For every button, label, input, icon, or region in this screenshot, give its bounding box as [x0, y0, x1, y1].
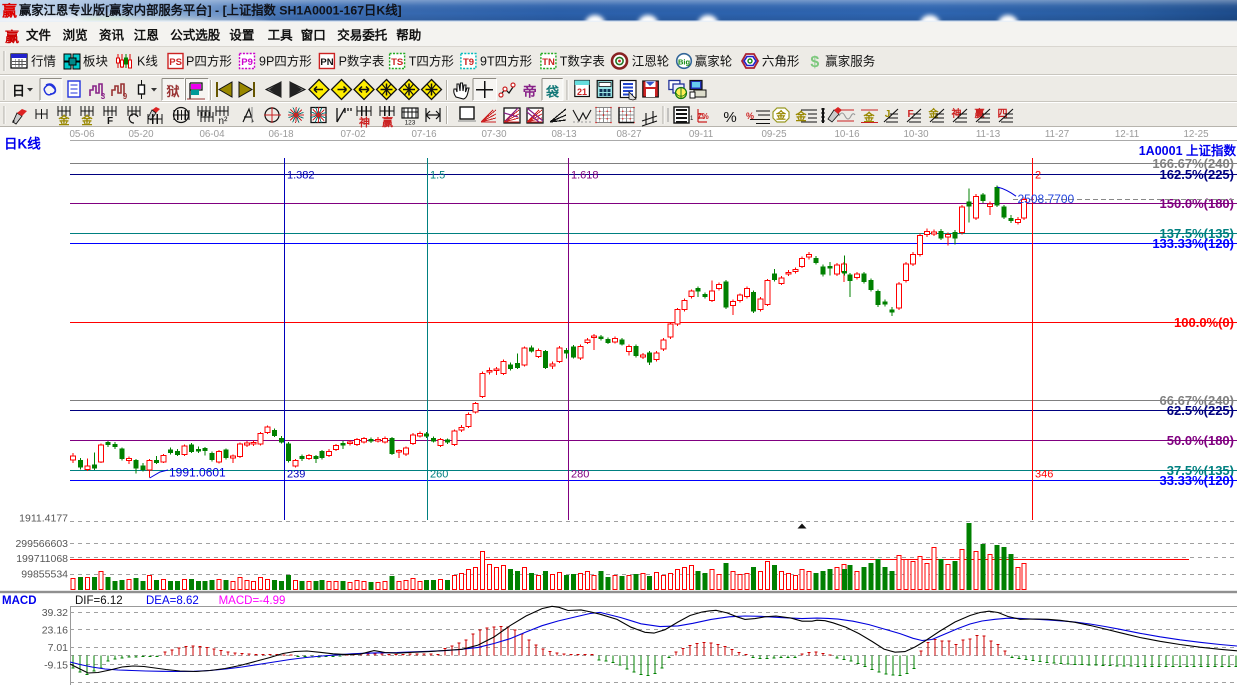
svg-text:六角形: 六角形 [762, 55, 800, 69]
svg-text:23.16: 23.16 [42, 625, 68, 637]
svg-text:赢: 赢 [382, 115, 393, 129]
svg-text:10-30: 10-30 [903, 129, 929, 140]
svg-text:133.33%(120): 133.33%(120) [1152, 236, 1234, 251]
svg-text:工具: 工具 [268, 29, 294, 43]
svg-text:07-30: 07-30 [481, 129, 507, 140]
svg-text:袋: 袋 [545, 85, 560, 100]
svg-text:资讯: 资讯 [99, 28, 125, 43]
svg-text:06-04: 06-04 [199, 129, 225, 140]
svg-text:交易委托: 交易委托 [337, 28, 388, 43]
svg-text:05-06: 05-06 [69, 129, 95, 140]
svg-text:280: 280 [571, 469, 589, 481]
svg-text:162.5%(225): 162.5%(225) [1160, 167, 1234, 182]
svg-text:9: 9 [123, 92, 128, 101]
svg-text:日: 日 [12, 84, 25, 99]
svg-text:金: 金 [775, 109, 787, 122]
svg-text:1911.4177: 1911.4177 [19, 513, 68, 525]
svg-text:P四方形: P四方形 [186, 54, 232, 69]
svg-text:2: 2 [1035, 170, 1041, 182]
svg-text:江恩: 江恩 [134, 28, 160, 43]
svg-text:12-25: 12-25 [1183, 129, 1209, 140]
svg-text:7%: 7% [697, 112, 709, 121]
svg-text:08-27: 08-27 [616, 129, 641, 140]
svg-text:K线: K线 [137, 55, 158, 69]
svg-text:公式选股: 公式选股 [170, 28, 221, 43]
svg-text:金: 金 [81, 113, 94, 127]
svg-text:TS: TS [391, 57, 403, 68]
svg-text:09-11: 09-11 [689, 129, 713, 140]
svg-text:9T四方形: 9T四方形 [480, 54, 533, 69]
svg-text:DEA=8.62: DEA=8.62 [146, 595, 199, 607]
svg-text:123: 123 [405, 120, 416, 127]
svg-text:金: 金 [58, 113, 71, 127]
svg-text:DIF=6.12: DIF=6.12 [75, 595, 123, 607]
svg-text:板块: 板块 [83, 55, 109, 69]
svg-text:狱: 狱 [165, 84, 179, 99]
svg-text:99855534: 99855534 [21, 568, 68, 580]
svg-text:07-02: 07-02 [340, 129, 365, 140]
svg-text:文件: 文件 [26, 28, 52, 43]
svg-text:$: $ [810, 54, 819, 71]
svg-text:199711068: 199711068 [16, 553, 68, 565]
svg-text:Big: Big [678, 58, 691, 67]
svg-text:1.618: 1.618 [571, 170, 599, 182]
svg-text:150.0%(180): 150.0%(180) [1160, 196, 1234, 211]
svg-text:07-16: 07-16 [411, 129, 437, 140]
svg-text:赢家服务: 赢家服务 [825, 54, 875, 69]
svg-text:08-13: 08-13 [551, 129, 577, 140]
svg-text:设置: 设置 [229, 28, 255, 43]
svg-text:TN: TN [542, 57, 555, 68]
svg-text:-9.15: -9.15 [44, 660, 68, 672]
svg-text:39.32: 39.32 [42, 607, 68, 619]
svg-text:9P四方形: 9P四方形 [259, 54, 312, 69]
svg-text:%: % [723, 109, 736, 126]
svg-text:346: 346 [1035, 469, 1053, 481]
svg-text:P9: P9 [241, 57, 253, 68]
svg-text:09-25: 09-25 [761, 129, 787, 140]
svg-text:赢家江恩专业版[赢家内部服务平台] - [上证指数 SH1: 赢家江恩专业版[赢家内部服务平台] - [上证指数 SH1A0001-167日K… [19, 3, 402, 18]
svg-text:神: 神 [359, 115, 370, 129]
svg-text:2508.7700: 2508.7700 [1018, 192, 1075, 206]
svg-text:239: 239 [287, 469, 305, 481]
svg-text:PS: PS [169, 57, 182, 68]
svg-text:50.0%(180): 50.0%(180) [1167, 433, 1234, 448]
svg-text:江恩轮: 江恩轮 [632, 55, 670, 69]
svg-text:赢: 赢 [2, 2, 17, 20]
svg-text:n²: n² [219, 116, 229, 127]
svg-text:1991.0601: 1991.0601 [169, 466, 226, 480]
svg-text:金: 金 [795, 109, 808, 123]
svg-text:T9: T9 [463, 57, 474, 68]
svg-text:10-16: 10-16 [834, 129, 860, 140]
svg-text:帮助: 帮助 [396, 28, 421, 43]
svg-text:赢: 赢 [5, 29, 19, 45]
svg-text:12-11: 12-11 [1115, 129, 1139, 140]
svg-text:T四方形: T四方形 [409, 54, 455, 69]
svg-text:33.33%(120): 33.33%(120) [1160, 473, 1234, 488]
svg-text:F: F [107, 116, 113, 127]
svg-text:62.5%(225): 62.5%(225) [1167, 403, 1234, 418]
svg-text:窗口: 窗口 [301, 28, 326, 43]
svg-text:行情: 行情 [31, 55, 56, 69]
svg-text:日K线: 日K线 [4, 136, 41, 152]
svg-text:MACD=-4.99: MACD=-4.99 [219, 595, 286, 607]
svg-text:100.0%(0): 100.0%(0) [1174, 315, 1234, 330]
svg-text:06-18: 06-18 [268, 129, 294, 140]
svg-text:3: 3 [101, 92, 106, 101]
svg-text:260: 260 [430, 469, 448, 481]
svg-text:P数字表: P数字表 [339, 54, 385, 69]
svg-text:浏览: 浏览 [63, 28, 88, 43]
svg-text:1.5: 1.5 [430, 170, 445, 182]
svg-text:05-20: 05-20 [128, 129, 154, 140]
svg-text:T数字表: T数字表 [560, 54, 606, 69]
svg-text:赢家轮: 赢家轮 [695, 54, 733, 69]
svg-text:1.382: 1.382 [287, 170, 315, 182]
svg-text:21: 21 [577, 87, 587, 97]
svg-text:PN: PN [320, 57, 333, 68]
svg-text:11-13: 11-13 [976, 129, 1001, 140]
svg-text:11-27: 11-27 [1045, 129, 1069, 140]
svg-text:7.01: 7.01 [48, 642, 69, 654]
svg-text:299566603: 299566603 [15, 538, 68, 550]
svg-text:MACD: MACD [2, 595, 37, 607]
svg-text:帝: 帝 [523, 84, 537, 100]
